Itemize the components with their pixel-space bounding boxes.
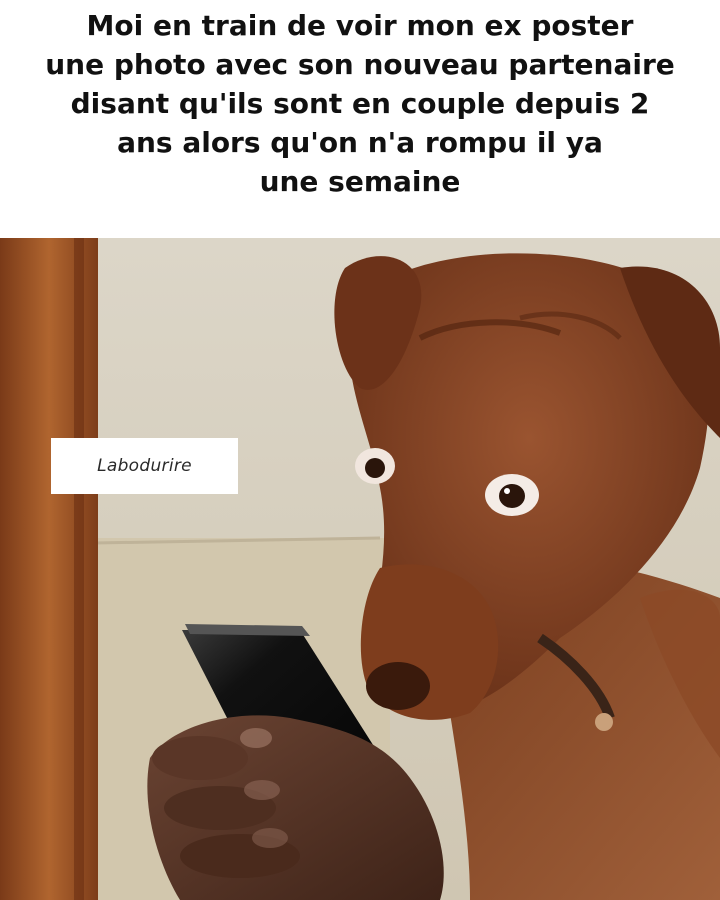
caption-line: disant qu'ils sont en couple depuis 2: [70, 87, 650, 120]
dog-nose: [366, 662, 430, 710]
meme-page: Moi en train de voir mon ex poster une p…: [0, 0, 720, 900]
meme-caption: Moi en train de voir mon ex poster une p…: [0, 0, 720, 238]
dog-phone-illustration: [0, 238, 720, 900]
caption-line: une photo avec son nouveau partenaire: [45, 48, 675, 81]
meme-photo: [0, 238, 720, 900]
caption-line: ans alors qu'on n'a rompu il ya: [117, 126, 603, 159]
watermark-label: Labodurire: [51, 438, 238, 494]
caption-line: une semaine: [259, 165, 461, 198]
caption-line: Moi en train de voir mon ex poster: [86, 9, 634, 42]
collar-tag: [595, 713, 613, 731]
